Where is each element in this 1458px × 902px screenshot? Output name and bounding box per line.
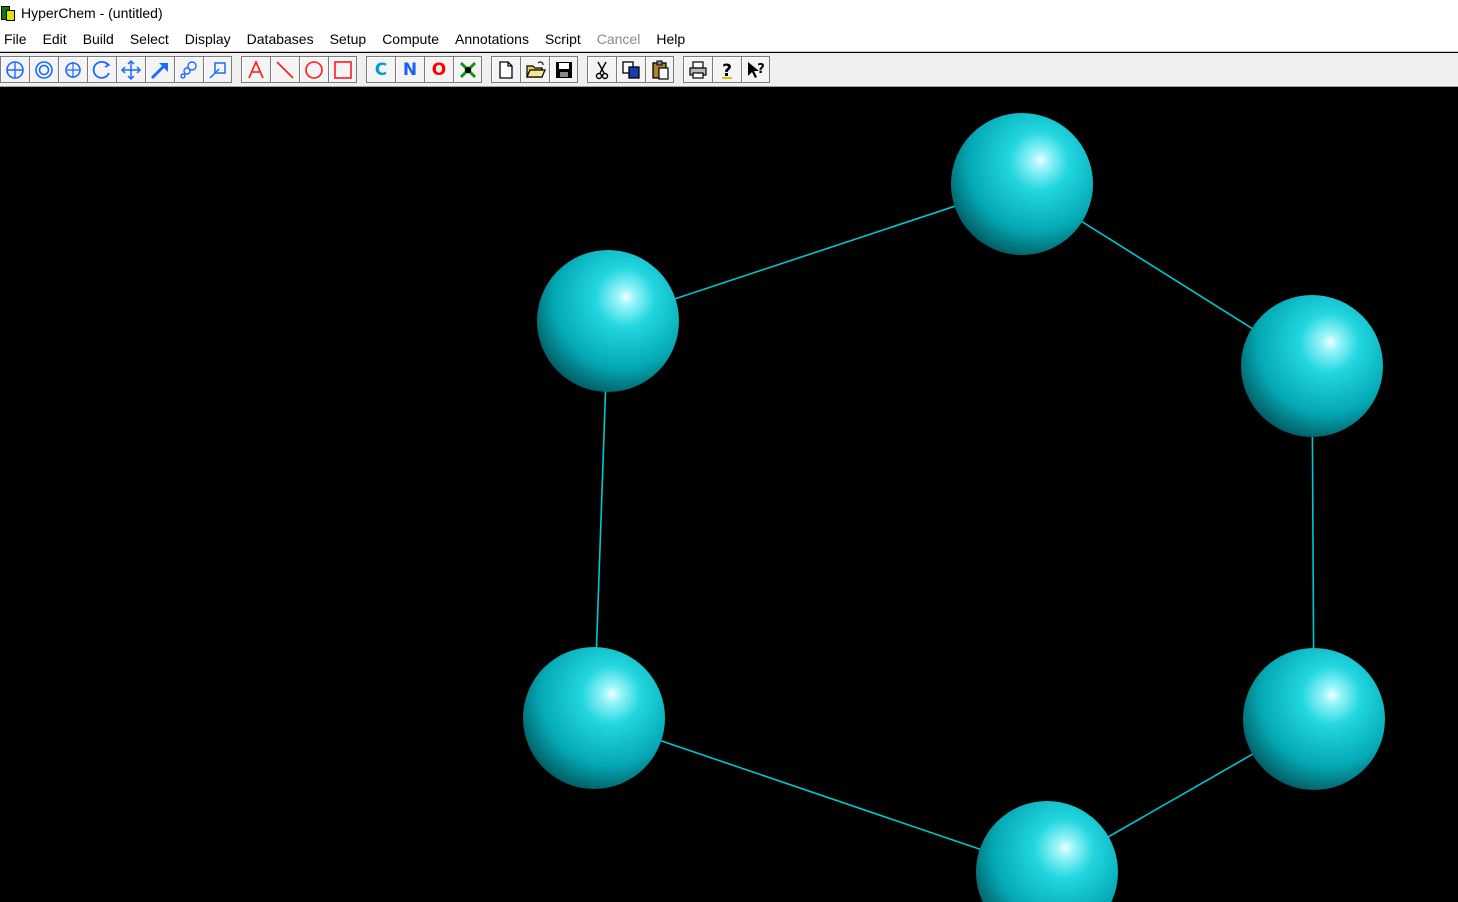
open-file-icon (526, 60, 546, 78)
paste-icon (651, 60, 669, 80)
help-group: ? ? (683, 56, 770, 83)
menu-select[interactable]: Select (122, 26, 177, 52)
cut-icon (595, 61, 609, 79)
rotate-xy-button[interactable] (58, 56, 87, 83)
menu-databases[interactable]: Databases (239, 26, 322, 52)
toolbar: C N O ? ? (0, 53, 1458, 87)
atom-sphere[interactable] (1243, 648, 1385, 790)
element-n-button[interactable]: N (395, 56, 424, 83)
rotate-xy-icon (65, 61, 81, 78)
menu-annotations[interactable]: Annotations (447, 26, 537, 52)
atom-sphere[interactable] (537, 250, 679, 392)
element-o-button[interactable]: O (424, 56, 453, 83)
menu-help[interactable]: Help (648, 26, 693, 52)
context-help-button[interactable]: ? (741, 56, 770, 83)
atom-sphere[interactable] (951, 113, 1093, 255)
menu-script[interactable]: Script (537, 26, 589, 52)
rotate-z-icon (92, 60, 111, 79)
select-tool-icon (35, 60, 53, 79)
menu-setup[interactable]: Setup (322, 26, 375, 52)
translate-z-button[interactable] (145, 56, 174, 83)
print-icon (689, 60, 707, 79)
help-button[interactable]: ? (712, 56, 741, 83)
text-annotation-button[interactable] (241, 56, 270, 83)
window-title: HyperChem - (untitled) (21, 5, 163, 21)
draw-tool-icon (6, 60, 24, 79)
open-file-button[interactable] (520, 56, 549, 83)
paste-button[interactable] (645, 56, 674, 83)
element-group: C N O (366, 56, 482, 83)
clip-tool-button[interactable] (203, 56, 232, 83)
new-file-button[interactable] (491, 56, 520, 83)
menu-display[interactable]: Display (177, 26, 239, 52)
file-group (491, 56, 578, 83)
annotation-group (241, 56, 357, 83)
clip-tool-icon (208, 61, 226, 79)
print-button[interactable] (683, 56, 712, 83)
line-annotation-button[interactable] (270, 56, 299, 83)
workspace-canvas[interactable] (0, 88, 1458, 902)
rectangle-annotation-icon (333, 60, 352, 79)
translate-z-icon (150, 62, 168, 79)
translate-xy-icon (120, 59, 142, 80)
rectangle-annotation-button[interactable] (328, 56, 357, 83)
menu-edit[interactable]: Edit (35, 26, 75, 52)
periodic-table-button[interactable] (453, 56, 482, 83)
element-o-label: O (431, 59, 447, 80)
title-bar: HyperChem - (untitled) (0, 0, 1458, 26)
atom-sphere[interactable] (523, 647, 665, 789)
atom-sphere[interactable] (976, 801, 1118, 902)
menu-compute[interactable]: Compute (374, 26, 447, 52)
svg-text:?: ? (757, 62, 765, 77)
menu-bar: File Edit Build Select Display Databases… (0, 26, 1458, 52)
copy-icon (622, 60, 640, 79)
ellipse-annotation-icon (305, 60, 323, 79)
save-file-button[interactable] (549, 56, 578, 83)
save-file-icon (555, 61, 572, 78)
bond-line[interactable] (593, 717, 1048, 873)
text-annotation-icon (248, 59, 264, 78)
copy-button[interactable] (616, 56, 645, 83)
element-c-button[interactable]: C (366, 56, 395, 83)
context-help-icon: ? (747, 61, 765, 78)
translate-xy-button[interactable] (116, 56, 145, 83)
cut-button[interactable] (587, 56, 616, 83)
periodic-table-icon (459, 61, 476, 78)
ellipse-annotation-button[interactable] (299, 56, 328, 83)
zoom-tool-icon (180, 60, 197, 79)
tool-group (0, 56, 232, 83)
new-file-icon (499, 60, 513, 79)
line-annotation-icon (276, 60, 294, 79)
hyperchem-app-icon[interactable] (0, 4, 16, 22)
draw-tool-button[interactable] (0, 56, 29, 83)
menu-build[interactable]: Build (75, 26, 122, 52)
molecule-view (523, 113, 1385, 902)
element-c-label: C (374, 59, 388, 80)
select-tool-button[interactable] (29, 56, 58, 83)
menu-cancel[interactable]: Cancel (589, 26, 649, 52)
edit-group (587, 56, 674, 83)
rotate-z-button[interactable] (87, 56, 116, 83)
zoom-tool-button[interactable] (174, 56, 203, 83)
atom-sphere[interactable] (1241, 295, 1383, 437)
element-n-label: N (402, 59, 418, 80)
menu-file[interactable]: File (0, 26, 35, 52)
help-icon: ? (722, 61, 732, 81)
